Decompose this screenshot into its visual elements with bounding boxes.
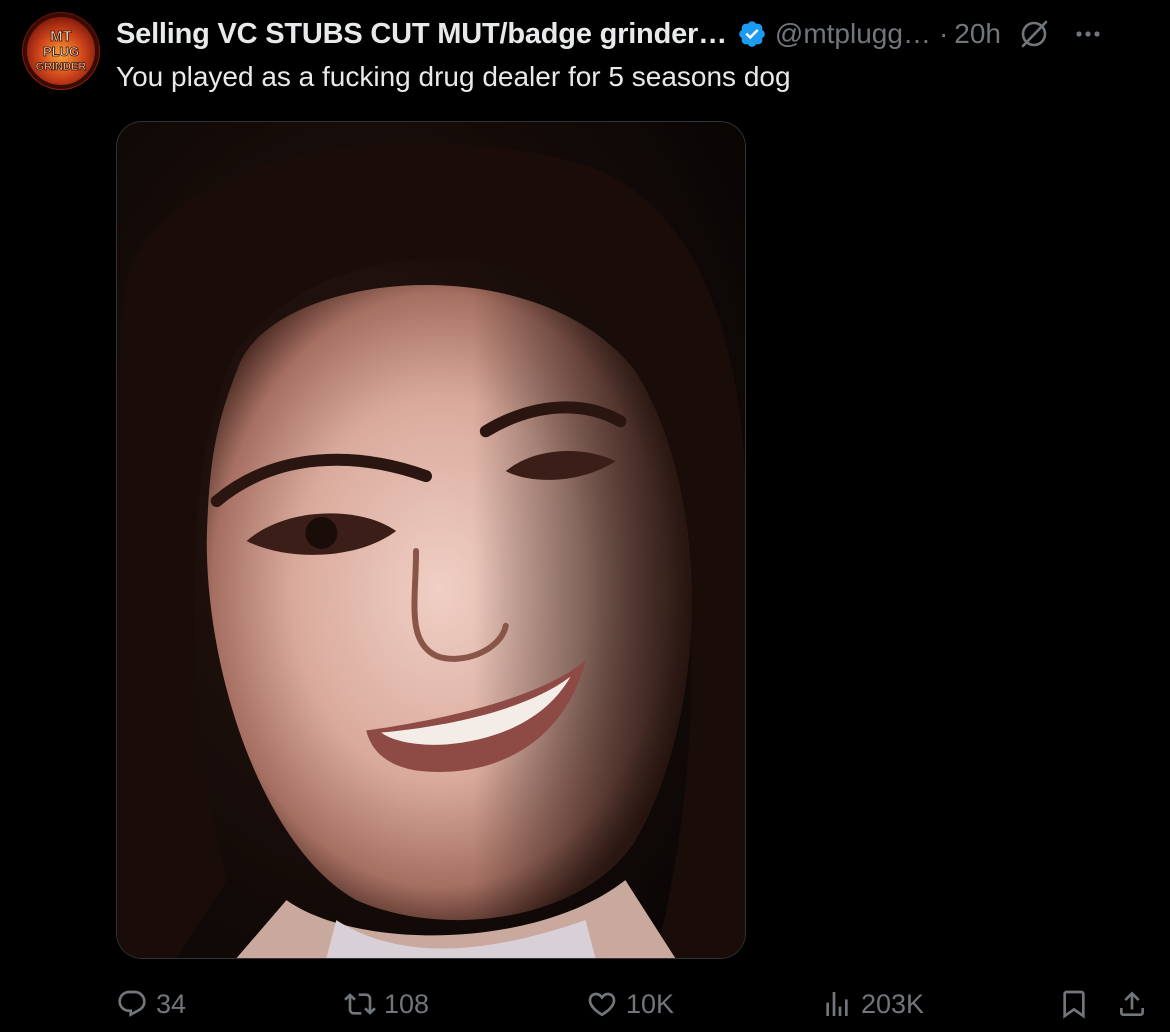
like-count: 10K bbox=[626, 988, 675, 1019]
more-options-icon[interactable] bbox=[1073, 19, 1103, 49]
reply-icon bbox=[118, 990, 146, 1017]
reply-button[interactable]: 34 bbox=[116, 980, 186, 1028]
views-chart-icon bbox=[826, 992, 848, 1016]
repost-icon bbox=[344, 993, 376, 1015]
views-button[interactable]: 203K bbox=[821, 980, 924, 1028]
avatar-text-2: PLUG bbox=[43, 44, 79, 59]
tweet-photo[interactable] bbox=[116, 121, 746, 959]
tweet-text: You played as a fucking drug dealer for … bbox=[116, 61, 791, 92]
avatar-text-3: GRINDER bbox=[36, 61, 87, 73]
avatar-logo: MT PLUG GRINDER bbox=[23, 13, 99, 89]
photo-image bbox=[117, 122, 745, 958]
tweet[interactable]: MT PLUG GRINDER Selling VC STUBS CUT MUT… bbox=[0, 0, 1170, 1032]
avatar-text-1: MT bbox=[50, 28, 72, 45]
verified-badge-icon[interactable] bbox=[737, 19, 767, 49]
repost-count: 108 bbox=[384, 988, 430, 1019]
author-display-name[interactable]: Selling VC STUBS CUT MUT/badge grinder… bbox=[116, 18, 727, 51]
tweet-header: Selling VC STUBS CUT MUT/badge grinder… … bbox=[116, 14, 1156, 54]
share-button[interactable] bbox=[1116, 980, 1148, 1028]
separator-dot: · bbox=[938, 18, 949, 49]
tweet-actions: 34 108 10K 203K bbox=[116, 980, 1156, 1028]
like-button[interactable]: 10K bbox=[586, 980, 674, 1028]
reply-count: 34 bbox=[156, 988, 187, 1019]
author-handle[interactable]: @mtplugg… bbox=[775, 18, 931, 50]
heart-icon bbox=[588, 992, 616, 1017]
avatar[interactable]: MT PLUG GRINDER bbox=[22, 12, 100, 90]
repost-button[interactable]: 108 bbox=[344, 980, 429, 1028]
views-count: 203K bbox=[861, 988, 925, 1019]
post-time[interactable]: 20h bbox=[954, 18, 1001, 50]
bookmark-icon bbox=[1063, 990, 1085, 1019]
share-icon bbox=[1120, 991, 1144, 1016]
bookmark-button[interactable] bbox=[1058, 980, 1090, 1028]
grok-icon[interactable] bbox=[1017, 17, 1051, 51]
